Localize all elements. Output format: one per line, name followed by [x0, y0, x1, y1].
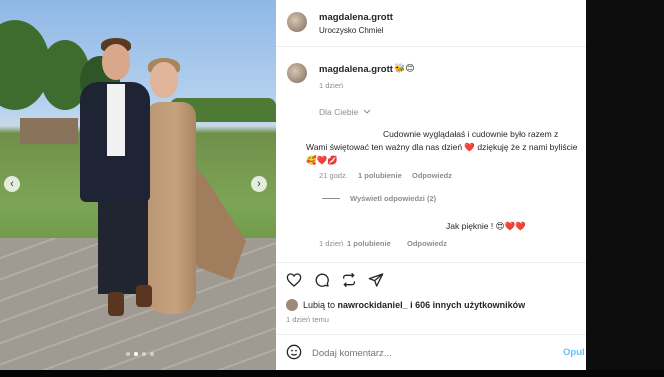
comment-likes[interactable]: 1 polubienie — [358, 171, 402, 180]
man-shoe — [108, 292, 124, 316]
carousel-dots — [126, 352, 154, 356]
carousel-dot-active — [134, 352, 138, 356]
carousel-next-button[interactable]: › — [251, 176, 267, 192]
post-photo: ‹ › — [0, 0, 276, 370]
author-username[interactable]: magdalena.grott — [319, 12, 393, 23]
comment-reply-button[interactable]: Odpowiedz — [412, 171, 452, 180]
carousel-dot — [150, 352, 154, 356]
share-icon[interactable] — [368, 272, 384, 288]
likes-user[interactable]: nawrockidaniel_ — [338, 300, 408, 310]
comment-text: Jak pięknie ! 😍❤️❤️ — [446, 221, 526, 231]
comment-time: 1 dzień — [319, 239, 344, 248]
man-shoe — [136, 285, 152, 307]
likes-prefix: Lubią to — [303, 300, 336, 310]
comment-reply-button[interactable]: Odpowiedz — [407, 239, 447, 248]
post-comment-button[interactable]: Opul — [563, 347, 585, 358]
comment-icon[interactable] — [314, 272, 330, 288]
view-replies-button[interactable]: Wyświetl odpowiedzi (2) — [350, 194, 436, 203]
replies-divider — [322, 198, 340, 199]
liker-avatar[interactable] — [286, 299, 298, 311]
woman-dress — [146, 102, 196, 314]
author-avatar[interactable] — [287, 12, 307, 32]
woman-head — [150, 62, 178, 98]
man-legs — [98, 198, 148, 294]
comment-time: 21 godz. — [319, 171, 348, 180]
barn-shape — [20, 118, 78, 144]
chevron-down-icon — [363, 109, 370, 114]
comment-likes[interactable]: 1 polubienie — [347, 239, 391, 248]
carousel-dot — [126, 352, 130, 356]
post-actions — [276, 262, 586, 303]
likes-rest[interactable]: i 606 innych użytkowników — [410, 300, 525, 310]
post-location[interactable]: Uroczysko Chmiel — [319, 26, 383, 35]
post-side-panel: magdalena.grott Uroczysko Chmiel magdale… — [276, 0, 586, 370]
caption-avatar[interactable] — [287, 63, 307, 83]
emoji-icon[interactable] — [286, 344, 302, 360]
caption-text: 🐝😊 — [394, 63, 415, 73]
carousel-prev-button[interactable]: ‹ — [4, 176, 20, 192]
add-comment-bar: Opul — [276, 334, 586, 370]
caption-time: 1 dzień — [319, 81, 344, 90]
likes-summary[interactable]: Lubią to nawrockidaniel_ i 606 innych uż… — [303, 300, 525, 310]
heart-icon[interactable] — [286, 272, 302, 288]
caption-username[interactable]: magdalena.grott — [319, 64, 393, 75]
bottom-edge — [0, 370, 664, 377]
comments-filter-label: Dla Ciebie — [319, 107, 359, 117]
post-timestamp: 1 dzień temu — [286, 315, 329, 324]
repost-icon[interactable] — [341, 272, 357, 288]
carousel-dot — [142, 352, 146, 356]
comments-filter[interactable]: Dla Ciebie — [319, 107, 371, 117]
post-header: magdalena.grott Uroczysko Chmiel — [276, 0, 586, 47]
comment-input[interactable] — [312, 345, 532, 361]
man-shirt — [107, 84, 125, 156]
comment-text: Cudownie wyglądałaś i cudownie było raze… — [306, 129, 578, 165]
man-head — [102, 44, 130, 80]
